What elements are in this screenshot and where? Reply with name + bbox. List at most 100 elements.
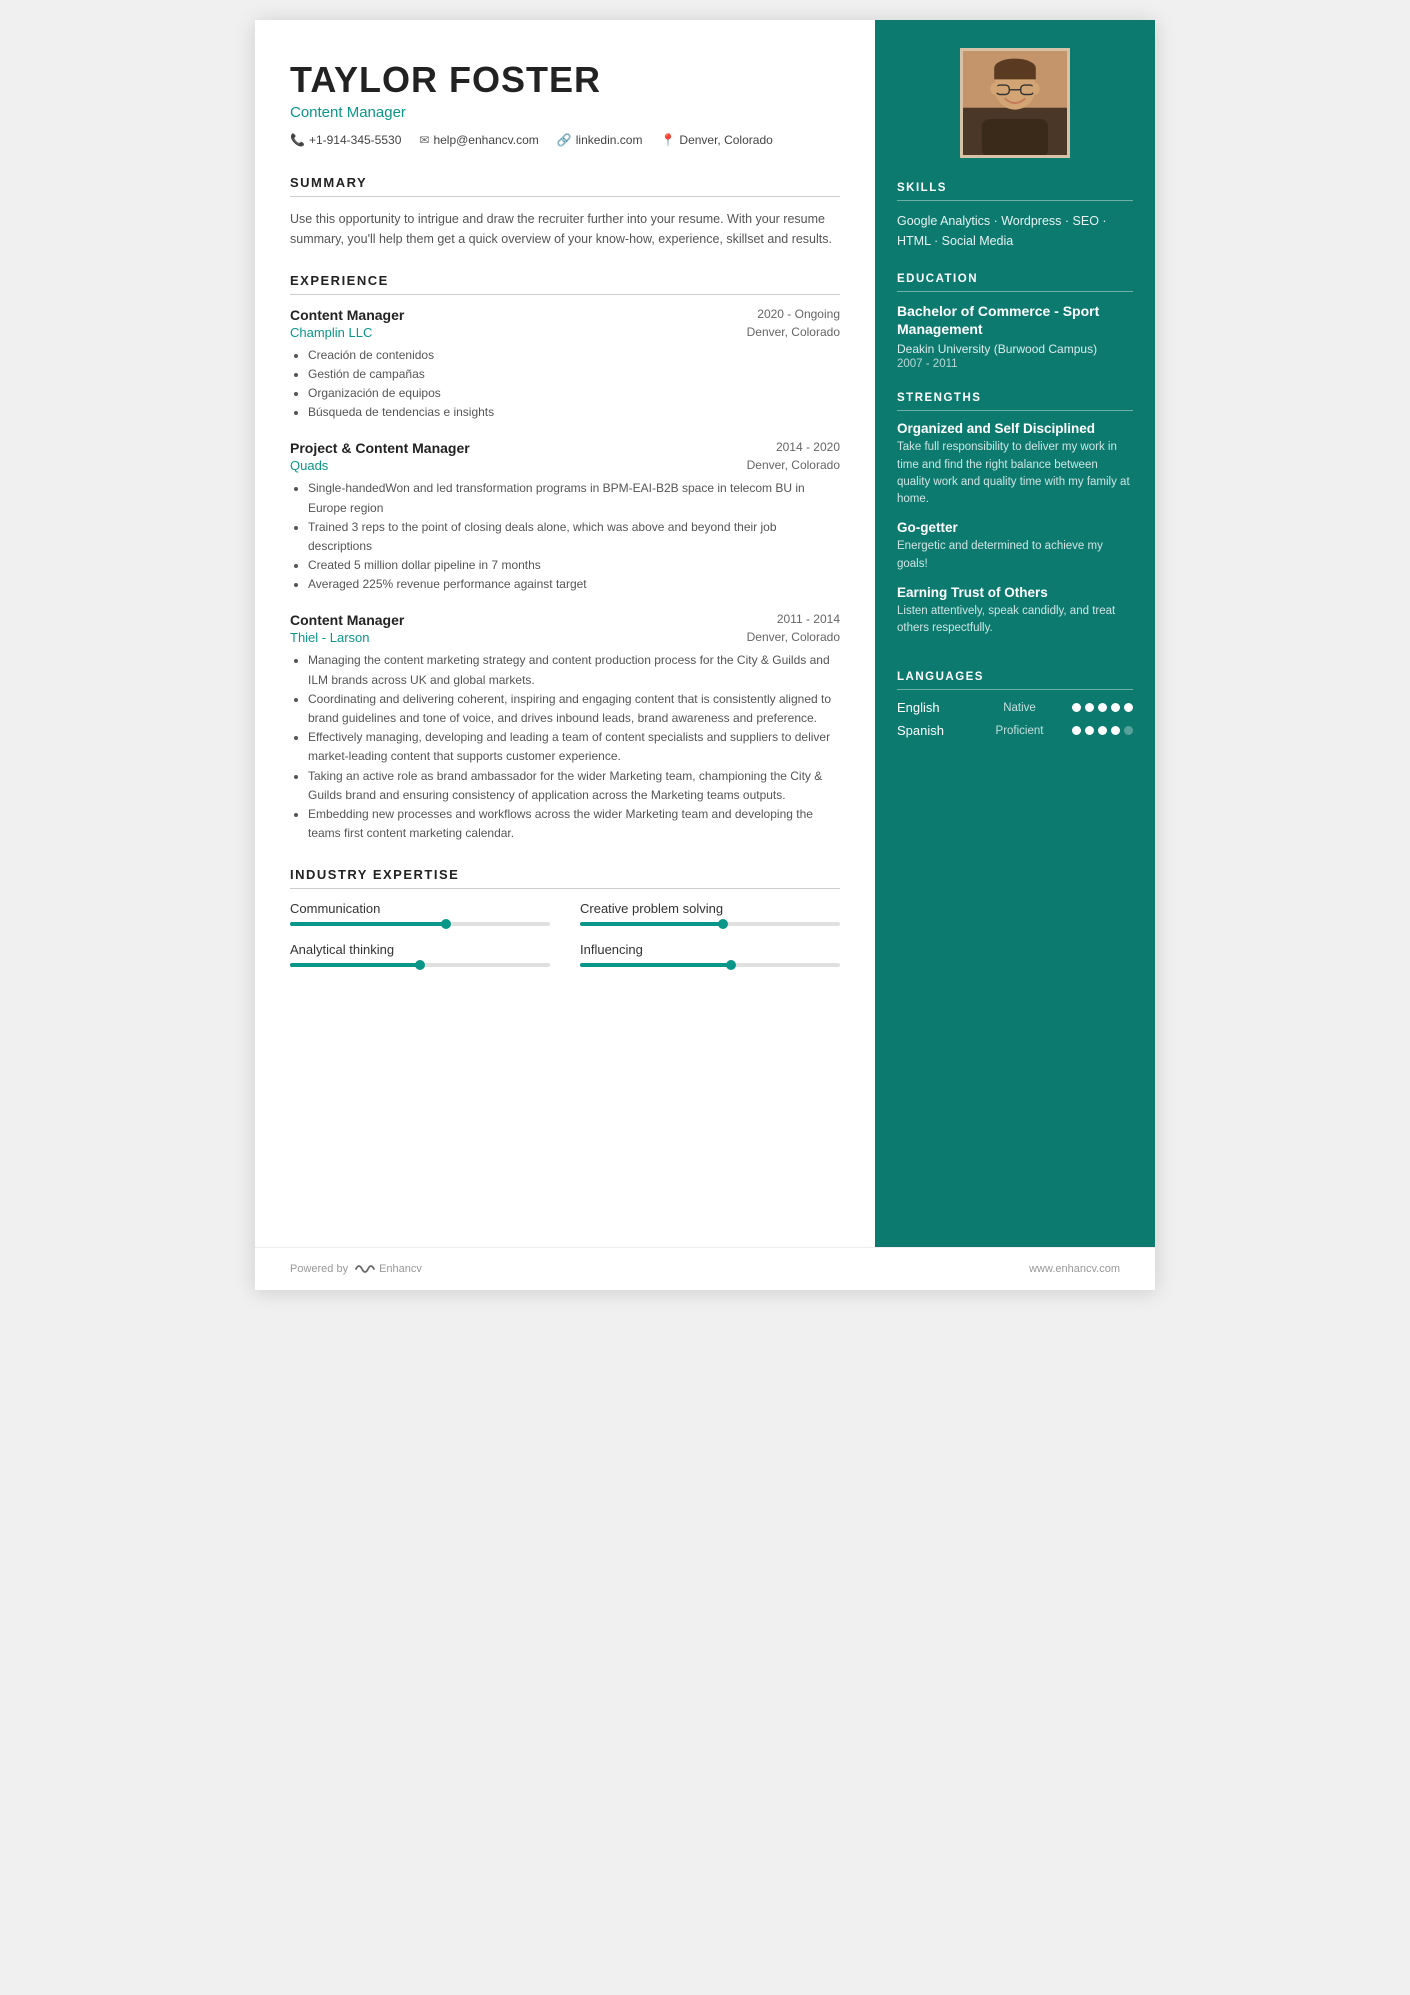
expertise-section: INDUSTRY EXPERTISE Communication Creativ… [290,867,840,967]
lang-dot [1072,726,1081,735]
language-item-1: Spanish Proficient [897,723,1133,738]
lang-dot [1098,726,1107,735]
education-section: EDUCATION Bachelor of Commerce - Sport M… [897,273,1133,370]
exp-title: Project & Content Manager [290,440,470,456]
lang-dot [1085,703,1094,712]
exp-bullet: Effectively managing, developing and lea… [308,728,840,766]
experience-item-1: Project & Content Manager 2014 - 2020 Qu… [290,440,840,594]
exp-bullet: Organización de equipos [308,384,840,403]
exp-title: Content Manager [290,612,404,628]
exp-bullet: Managing the content marketing strategy … [308,651,840,689]
expertise-item-0: Communication [290,901,550,926]
exp-company: Quads [290,458,328,473]
expertise-title: INDUSTRY EXPERTISE [290,867,840,889]
strengths-section: STRENGTHS Organized and Self Disciplined… [897,392,1133,649]
strength-name: Organized and Self Disciplined [897,421,1133,436]
strength-name: Earning Trust of Others [897,585,1133,600]
exp-company: Thiel - Larson [290,630,369,645]
profile-photo [960,48,1070,158]
exp-sub: Quads Denver, Colorado [290,458,840,473]
experience-item-2: Content Manager 2011 - 2014 Thiel - Lars… [290,612,840,843]
summary-title: SUMMARY [290,175,840,197]
exp-location: Denver, Colorado [747,325,840,340]
strength-item-2: Earning Trust of Others Listen attentive… [897,585,1133,638]
exp-bullet: Created 5 million dollar pipeline in 7 m… [308,556,840,575]
progress-dot [415,960,425,970]
progress-dot [718,919,728,929]
footer: Powered by Enhancv www.enhancv.com [255,1247,1155,1290]
progress-fill [290,922,446,926]
lang-dot [1085,726,1094,735]
strengths-title: STRENGTHS [897,392,1133,411]
expertise-label: Analytical thinking [290,942,550,957]
exp-company: Champlin LLC [290,325,372,340]
experience-items-container: Content Manager 2020 - Ongoing Champlin … [290,307,840,844]
exp-header: Content Manager 2020 - Ongoing [290,307,840,323]
link-icon: 🔗 [557,133,572,147]
exp-dates: 2014 - 2020 [776,440,840,454]
contact-info: 📞 +1-914-345-5530 ✉ help@enhancv.com 🔗 l… [290,133,840,147]
exp-location: Denver, Colorado [747,630,840,645]
lang-dot [1124,703,1133,712]
lang-dot [1072,703,1081,712]
summary-text: Use this opportunity to intrigue and dra… [290,209,840,249]
expertise-grid: Communication Creative problem solving A… [290,901,840,967]
progress-bar [580,922,840,926]
exp-header: Project & Content Manager 2014 - 2020 [290,440,840,456]
experience-title: EXPERIENCE [290,273,840,295]
strength-desc: Listen attentively, speak candidly, and … [897,603,1133,638]
phone-item: 📞 +1-914-345-5530 [290,133,401,147]
expertise-label: Creative problem solving [580,901,840,916]
exp-dates: 2020 - Ongoing [757,307,840,321]
exp-bullet: Gestión de campañas [308,365,840,384]
education-title: EDUCATION [897,273,1133,292]
exp-bullet: Taking an active role as brand ambassado… [308,767,840,805]
lang-name: English [897,700,967,715]
lang-dot [1111,726,1120,735]
exp-bullet: Embedding new processes and workflows ac… [308,805,840,843]
exp-bullet: Coordinating and delivering coherent, in… [308,690,840,728]
languages-section: LANGUAGES English Native Spanish Profici… [897,671,1133,746]
progress-fill [580,963,731,967]
location-icon: 📍 [660,133,675,147]
exp-sub: Champlin LLC Denver, Colorado [290,325,840,340]
main-layout: TAYLOR FOSTER Content Manager 📞 +1-914-3… [255,20,1155,1247]
expertise-label: Influencing [580,942,840,957]
exp-title: Content Manager [290,307,404,323]
education-degree: Bachelor of Commerce - Sport Management [897,302,1133,338]
progress-bar [580,963,840,967]
progress-bar [290,963,550,967]
powered-by-text: Powered by [290,1263,348,1275]
header-section: TAYLOR FOSTER Content Manager 📞 +1-914-3… [290,60,840,147]
strength-desc: Take full responsibility to deliver my w… [897,439,1133,508]
progress-dot [441,919,451,929]
strength-name: Go-getter [897,520,1133,535]
expertise-item-2: Analytical thinking [290,942,550,967]
progress-fill [580,922,723,926]
education-school: Deakin University (Burwood Campus) [897,342,1133,356]
brand-name: Enhancv [379,1263,422,1275]
strength-item-0: Organized and Self Disciplined Take full… [897,421,1133,508]
lang-level: Proficient [987,725,1052,737]
exp-bullet: Creación de contenidos [308,346,840,365]
languages-items-container: English Native Spanish Proficient [897,700,1133,738]
phone-icon: 📞 [290,133,305,147]
strengths-items-container: Organized and Self Disciplined Take full… [897,421,1133,637]
email-text: help@enhancv.com [433,133,538,147]
lang-dots [1072,726,1133,735]
exp-bullet: Averaged 225% revenue performance agains… [308,575,840,594]
progress-fill [290,963,420,967]
location-item: 📍 Denver, Colorado [660,133,772,147]
expertise-item-3: Influencing [580,942,840,967]
photo-svg [963,48,1067,158]
resume-page: TAYLOR FOSTER Content Manager 📞 +1-914-3… [255,20,1155,1290]
website-url: www.enhancv.com [1029,1263,1120,1275]
exp-header: Content Manager 2011 - 2014 [290,612,840,628]
skills-title: SKILLS [897,182,1133,201]
progress-bar [290,922,550,926]
language-item-0: English Native [897,700,1133,715]
summary-section: SUMMARY Use this opportunity to intrigue… [290,175,840,249]
strength-desc: Energetic and determined to achieve my g… [897,538,1133,573]
lang-name: Spanish [897,723,967,738]
expertise-item-1: Creative problem solving [580,901,840,926]
